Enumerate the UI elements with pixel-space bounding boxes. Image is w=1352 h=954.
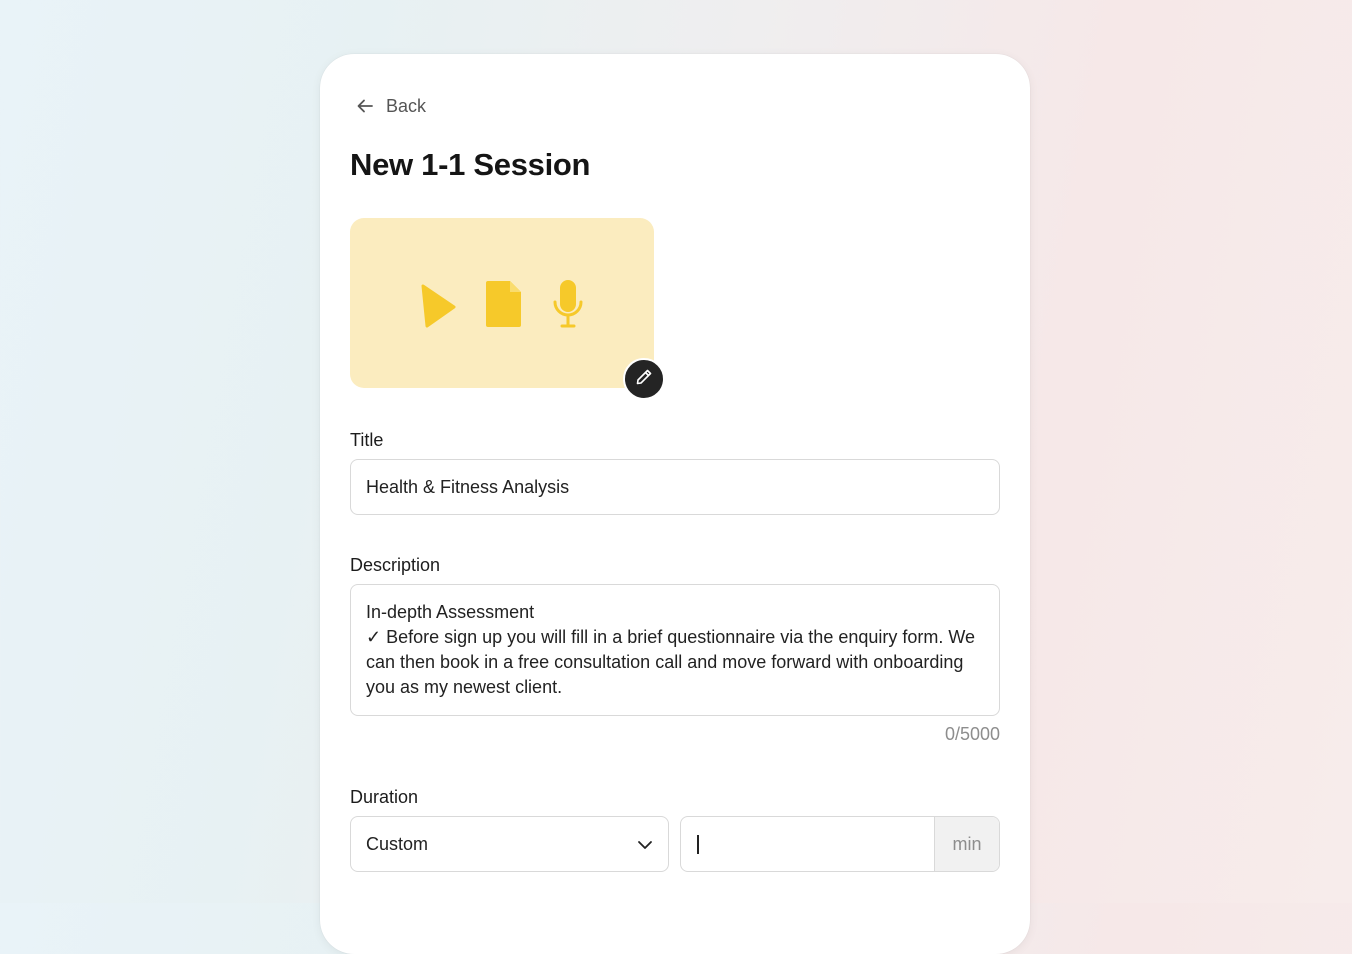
session-card: Back New 1-1 Session Title Health & Fitn… xyxy=(320,54,1030,954)
description-char-counter: 0/5000 xyxy=(944,724,1000,744)
chevron-down-icon xyxy=(637,834,653,855)
arrow-left-icon xyxy=(356,97,374,115)
duration-select-value: Custom xyxy=(366,833,429,854)
cover-image xyxy=(350,218,654,388)
text-caret xyxy=(697,835,699,854)
duration-select[interactable]: Custom xyxy=(350,816,669,872)
microphone-icon xyxy=(552,279,584,334)
description-textarea[interactable]: In-depth Assessment ✓ Before sign up you… xyxy=(350,584,1000,716)
duration-unit-label: min xyxy=(934,817,999,871)
back-button[interactable]: Back xyxy=(356,92,426,120)
duration-label: Duration xyxy=(350,787,419,807)
play-icon xyxy=(420,284,456,333)
edit-cover-button[interactable] xyxy=(623,358,665,400)
pencil-icon xyxy=(635,368,653,391)
back-label: Back xyxy=(386,95,427,116)
duration-minutes-input[interactable] xyxy=(681,817,934,871)
page-title: New 1-1 Session xyxy=(350,147,591,182)
description-label: Description xyxy=(350,555,441,575)
duration-minutes-field: min xyxy=(680,816,1000,872)
title-input[interactable]: Health & Fitness Analysis xyxy=(350,459,1000,515)
title-label: Title xyxy=(350,430,384,450)
document-icon xyxy=(484,280,522,333)
